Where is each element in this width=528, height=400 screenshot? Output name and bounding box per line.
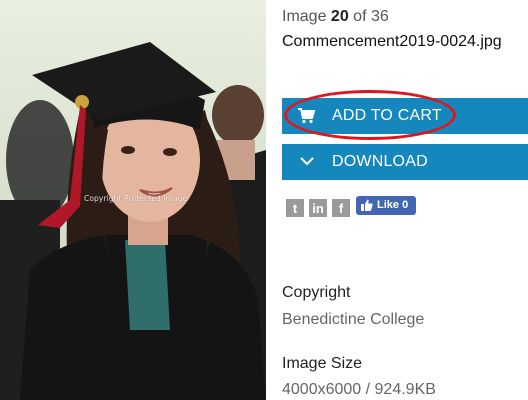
image-counter: Image 20 of 36 bbox=[282, 8, 389, 26]
image-size-value: 4000x6000 / 924.9KB bbox=[282, 381, 436, 398]
add-to-cart-button[interactable]: ADD TO CART bbox=[282, 98, 528, 134]
counter-current: 20 bbox=[330, 8, 349, 25]
download-button[interactable]: DOWNLOAD bbox=[282, 144, 528, 180]
facebook-share-icon[interactable]: f bbox=[332, 199, 350, 217]
graduation-photo[interactable]: Copyright Protected Image bbox=[0, 0, 266, 400]
facebook-like-label: Like 0 bbox=[377, 199, 409, 211]
image-filename: Commencement2019-0024.jpg bbox=[282, 33, 502, 50]
image-size-label: Image Size bbox=[282, 355, 363, 372]
counter-total: 36 bbox=[370, 8, 389, 25]
facebook-like-button[interactable]: Like 0 bbox=[356, 196, 416, 215]
copyright-value: Benedictine College bbox=[282, 311, 425, 328]
counter-prefix: Image bbox=[282, 8, 327, 25]
twitter-share-icon[interactable]: t bbox=[286, 199, 304, 217]
cart-icon bbox=[298, 108, 316, 124]
thumbs-up-icon bbox=[361, 199, 373, 211]
copyright-label: Copyright bbox=[282, 284, 351, 301]
counter-separator: of bbox=[353, 8, 367, 25]
copyright-watermark: Copyright Protected Image bbox=[84, 194, 188, 203]
linkedin-share-icon[interactable]: in bbox=[309, 199, 327, 217]
chevron-down-icon bbox=[300, 157, 314, 166]
add-to-cart-label: ADD TO CART bbox=[332, 107, 442, 124]
download-label: DOWNLOAD bbox=[332, 153, 428, 170]
